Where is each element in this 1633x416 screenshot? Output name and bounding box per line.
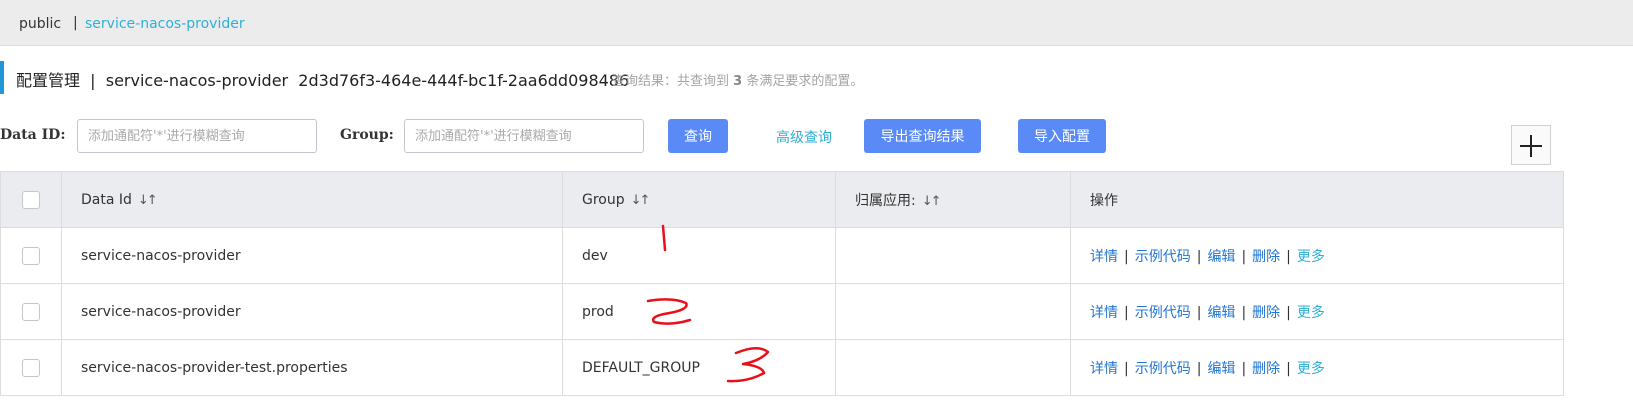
action-separator: | — [1286, 360, 1291, 377]
row-checkbox[interactable] — [22, 302, 40, 321]
more-link[interactable]: 更多 — [1297, 305, 1325, 321]
action-separator: | — [1196, 248, 1202, 265]
group-cell: dev — [562, 227, 836, 284]
action-separator: | — [1124, 360, 1129, 377]
add-config-button[interactable] — [1511, 125, 1551, 165]
table-row: service-nacos-provider-test.properties D… — [0, 339, 1564, 396]
data-id-label: Data ID: — [0, 127, 66, 143]
app-cell — [835, 227, 1071, 284]
table-row: service-nacos-provider prod 详情 | 示例代码 | 编辑 | 删… — [0, 283, 1564, 340]
group-cell: prod — [562, 283, 836, 340]
namespace-bar: public | service-nacos-provider — [0, 0, 1633, 46]
advanced-search-link[interactable]: 高级查询 — [776, 127, 832, 147]
column-header-label: Data Id — [81, 191, 132, 208]
group-input[interactable] — [404, 119, 644, 153]
column-header-actions: 操作 — [1070, 171, 1564, 228]
sample-code-link[interactable]: 示例代码 — [1135, 361, 1191, 377]
more-link[interactable]: 更多 — [1297, 361, 1325, 377]
sort-icon[interactable]: ↓↑ — [631, 193, 651, 208]
column-header-app[interactable]: 归属应用: ↓↑ — [835, 171, 1071, 228]
edit-link[interactable]: 编辑 — [1207, 305, 1235, 321]
sort-icon[interactable]: ↓↑ — [138, 193, 158, 208]
export-results-button[interactable]: 导出查询结果 — [864, 119, 981, 153]
sample-code-link[interactable]: 示例代码 — [1135, 305, 1191, 321]
action-separator: | — [1196, 360, 1202, 377]
row-checkbox-cell — [0, 227, 62, 284]
select-all-checkbox[interactable] — [22, 190, 40, 209]
action-separator: | — [1286, 248, 1291, 265]
edit-link[interactable]: 编辑 — [1207, 249, 1235, 265]
table-row: service-nacos-provider dev 详情 | 示例代码 | 编辑 | 删除… — [0, 227, 1564, 284]
data-id-cell: service-nacos-provider — [61, 227, 563, 284]
delete-link[interactable]: 删除 — [1252, 249, 1280, 265]
app-cell — [835, 283, 1071, 340]
row-checkbox-cell — [0, 339, 62, 396]
action-separator: | — [1241, 304, 1247, 321]
group-label: Group: — [340, 127, 394, 143]
import-config-button[interactable]: 导入配置 — [1018, 119, 1106, 153]
row-checkbox[interactable] — [22, 246, 40, 265]
query-result-prefix: 查询结果：共查询到 — [612, 74, 730, 89]
column-header-data-id[interactable]: Data Id ↓↑ — [61, 171, 563, 228]
data-id-cell: service-nacos-provider — [61, 283, 563, 340]
sort-icon[interactable]: ↓↑ — [922, 194, 942, 209]
namespace-active-link[interactable]: service-nacos-provider — [85, 16, 245, 32]
sample-code-link[interactable]: 示例代码 — [1135, 249, 1191, 265]
column-header-label: 归属应用: — [855, 192, 916, 209]
group-cell: DEFAULT_GROUP — [562, 339, 836, 396]
data-id-input[interactable] — [77, 119, 317, 153]
column-header-label: 操作 — [1090, 192, 1118, 209]
query-result-suffix: 条满足要求的配置。 — [746, 74, 864, 89]
actions-cell: 详情 | 示例代码 | 编辑 | 删除 | 更多 — [1070, 339, 1564, 396]
column-header-label: Group — [582, 191, 625, 208]
action-separator: | — [1124, 304, 1129, 321]
more-link[interactable]: 更多 — [1297, 249, 1325, 265]
action-separator: | — [1196, 304, 1202, 321]
action-separator: | — [1241, 248, 1247, 265]
namespace-public-link[interactable]: public — [19, 16, 61, 32]
table-header-row: Data Id ↓↑ Group ↓↑ 归属应用: ↓↑ 操作 — [0, 171, 1564, 228]
action-separator: | — [1286, 304, 1291, 321]
edit-link[interactable]: 编辑 — [1207, 361, 1235, 377]
detail-link[interactable]: 详情 — [1090, 249, 1118, 265]
row-checkbox[interactable] — [22, 358, 40, 377]
delete-link[interactable]: 删除 — [1252, 361, 1280, 377]
row-checkbox-cell — [0, 283, 62, 340]
delete-link[interactable]: 删除 — [1252, 305, 1280, 321]
actions-cell: 详情 | 示例代码 | 编辑 | 删除 | 更多 — [1070, 227, 1564, 284]
page-title: 配置管理 | service-nacos-provider 2d3d76f3-4… — [16, 71, 630, 90]
app-cell — [835, 339, 1071, 396]
config-table: Data Id ↓↑ Group ↓↑ 归属应用: ↓↑ 操作 service-nac… — [0, 171, 1564, 396]
plus-icon — [1520, 135, 1542, 157]
detail-link[interactable]: 详情 — [1090, 305, 1118, 321]
header-checkbox-cell — [0, 171, 62, 228]
query-result-count: 3 — [733, 74, 743, 89]
title-accent-bar — [0, 61, 4, 94]
detail-link[interactable]: 详情 — [1090, 361, 1118, 377]
data-id-cell: service-nacos-provider-test.properties — [61, 339, 563, 396]
actions-cell: 详情 | 示例代码 | 编辑 | 删除 | 更多 — [1070, 283, 1564, 340]
namespace-separator: | — [73, 15, 78, 31]
action-separator: | — [1241, 360, 1247, 377]
column-header-group[interactable]: Group ↓↑ — [562, 171, 836, 228]
query-result-text: 查询结果：共查询到 3 条满足要求的配置。 — [612, 70, 863, 89]
search-button[interactable]: 查询 — [668, 119, 728, 153]
action-separator: | — [1124, 248, 1129, 265]
